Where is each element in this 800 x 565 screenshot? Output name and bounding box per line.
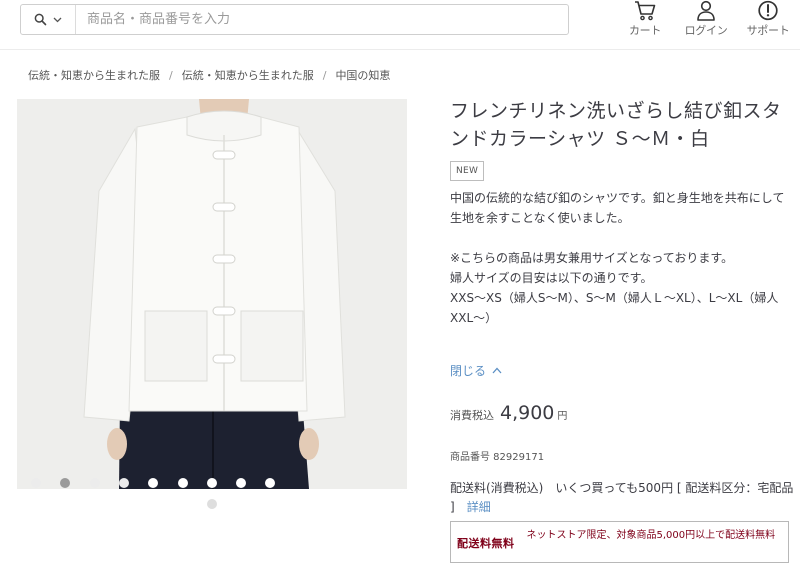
support-label: サポート xyxy=(746,24,790,37)
breadcrumb: 伝統・知恵から生まれた服 / 伝統・知恵から生まれた服 / 中国の知恵 xyxy=(28,67,390,83)
gallery-dots xyxy=(17,478,407,490)
price-tax-label: 消費税込 xyxy=(450,409,494,422)
free-shipping-banner: 配送料無料 ネットストア限定、対象商品5,000円以上で配送料無料 xyxy=(450,521,789,563)
shipping-info: 配送料(消費税込) いくつ買っても500円 [ 配送料区分：宅配品 ] 詳細 xyxy=(450,479,795,517)
cart-label: カート xyxy=(628,24,662,37)
cart-button[interactable]: カート xyxy=(620,0,670,40)
price-row: 消費税込 4,900 円 xyxy=(450,402,567,424)
breadcrumb-separator: / xyxy=(322,68,327,82)
exclamation-circle-icon xyxy=(758,0,778,21)
price-unit: 円 xyxy=(557,411,568,422)
user-icon xyxy=(697,0,715,21)
product-description: 中国の伝統的な結び釦のシャツです。釦と身生地を共布にして生地を余すことなく使いま… xyxy=(450,188,795,328)
login-button[interactable]: ログイン xyxy=(676,0,736,40)
breadcrumb-link-2[interactable]: 伝統・知恵から生まれた服 xyxy=(182,67,314,83)
product-title: フレンチリネン洗いざらし結び釦スタンドカラーシャツ Ｓ～Ｍ・白 xyxy=(450,100,782,150)
gallery-dot[interactable] xyxy=(118,478,129,488)
new-badge: NEW xyxy=(450,161,485,181)
product-image[interactable] xyxy=(17,99,407,489)
chevron-down-icon xyxy=(53,17,62,22)
search-input[interactable] xyxy=(76,5,568,34)
gallery-pager-dot[interactable] xyxy=(207,499,217,509)
shipping-detail-link[interactable]: 詳細 xyxy=(467,500,491,514)
free-shipping-title: 配送料無料 xyxy=(457,537,515,550)
gallery-dot[interactable] xyxy=(236,478,247,488)
gallery-dot[interactable] xyxy=(177,478,188,488)
cart-icon xyxy=(635,1,656,21)
gallery-dot[interactable] xyxy=(206,478,217,488)
breadcrumb-link-3[interactable]: 中国の知恵 xyxy=(335,67,390,83)
shipping-text: 配送料(消費税込) いくつ買っても500円 [ 配送料区分：宅配品 ] xyxy=(450,481,794,514)
search-icon xyxy=(34,13,47,26)
search-scope-dropdown[interactable] xyxy=(21,5,76,34)
close-description-button[interactable]: 閉じる xyxy=(450,362,502,379)
gallery-dot[interactable] xyxy=(265,478,276,488)
gallery-dot[interactable] xyxy=(89,478,100,488)
login-label: ログイン xyxy=(684,24,728,37)
gallery-dot[interactable] xyxy=(148,478,159,488)
size-note: ※こちらの商品は男女兼用サイズとなっております。 xyxy=(450,251,734,265)
breadcrumb-separator: / xyxy=(169,68,173,82)
price-value: 4,900 xyxy=(500,402,555,424)
description-text: 中国の伝統的な結び釦のシャツです。釦と身生地を共布にして生地を余すことなく使いま… xyxy=(450,191,785,225)
gallery-dot[interactable] xyxy=(31,478,41,488)
close-label: 閉じる xyxy=(450,364,487,378)
product-sku: 商品番号 82929171 xyxy=(450,452,545,463)
search-box xyxy=(20,4,569,35)
chevron-up-icon xyxy=(492,367,502,374)
gallery-dot[interactable] xyxy=(60,478,71,488)
product-info: フレンチリネン洗いざらし結び釦スタンドカラーシャツ Ｓ～Ｍ・白 NEW 中国の伝… xyxy=(450,97,795,328)
size-guide: XXS～XS（婦人S～M）、S～M（婦人Ｌ～XL）、L～XL（婦人XXL～） xyxy=(450,291,779,325)
support-button[interactable]: サポート xyxy=(740,0,796,40)
shirt-photo xyxy=(17,99,407,489)
size-guide-intro: 婦人サイズの目安は以下の通りです。 xyxy=(450,271,653,285)
free-shipping-text: ネットストア限定、対象商品5,000円以上で配送料無料 xyxy=(526,530,776,541)
site-header: カート ログイン サポート xyxy=(0,0,800,50)
breadcrumb-link-1[interactable]: 伝統・知恵から生まれた服 xyxy=(28,67,160,83)
description-spacer xyxy=(450,228,795,248)
